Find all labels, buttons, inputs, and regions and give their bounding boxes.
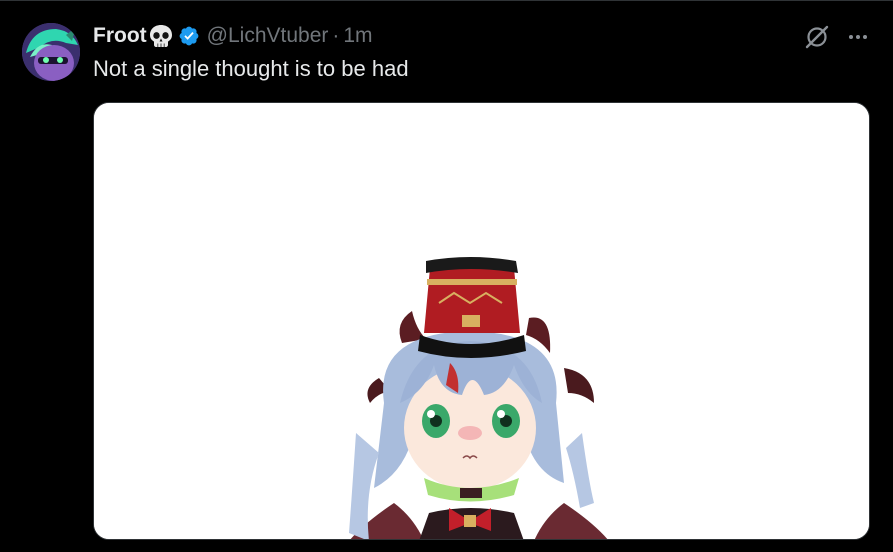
top-divider — [0, 0, 893, 1]
tweet-media[interactable] — [93, 102, 870, 540]
tweet-header: Froot @LichVtuber · 1m — [93, 22, 373, 50]
timestamp[interactable]: 1m — [343, 24, 372, 48]
media-illustration — [94, 103, 869, 539]
grok-icon — [805, 25, 829, 49]
user-handle[interactable]: @LichVtuber — [207, 24, 329, 48]
separator-dot: · — [332, 24, 340, 47]
avatar[interactable] — [22, 23, 80, 81]
grok-button[interactable] — [803, 23, 831, 51]
display-name[interactable]: Froot — [93, 24, 147, 48]
skull-icon — [148, 23, 174, 49]
avatar-image — [22, 23, 80, 81]
more-options-button[interactable] — [844, 23, 872, 51]
tweet-text: Not a single thought is to be had — [93, 56, 409, 81]
verified-badge-icon[interactable] — [178, 25, 200, 47]
more-options-icon — [849, 35, 867, 39]
